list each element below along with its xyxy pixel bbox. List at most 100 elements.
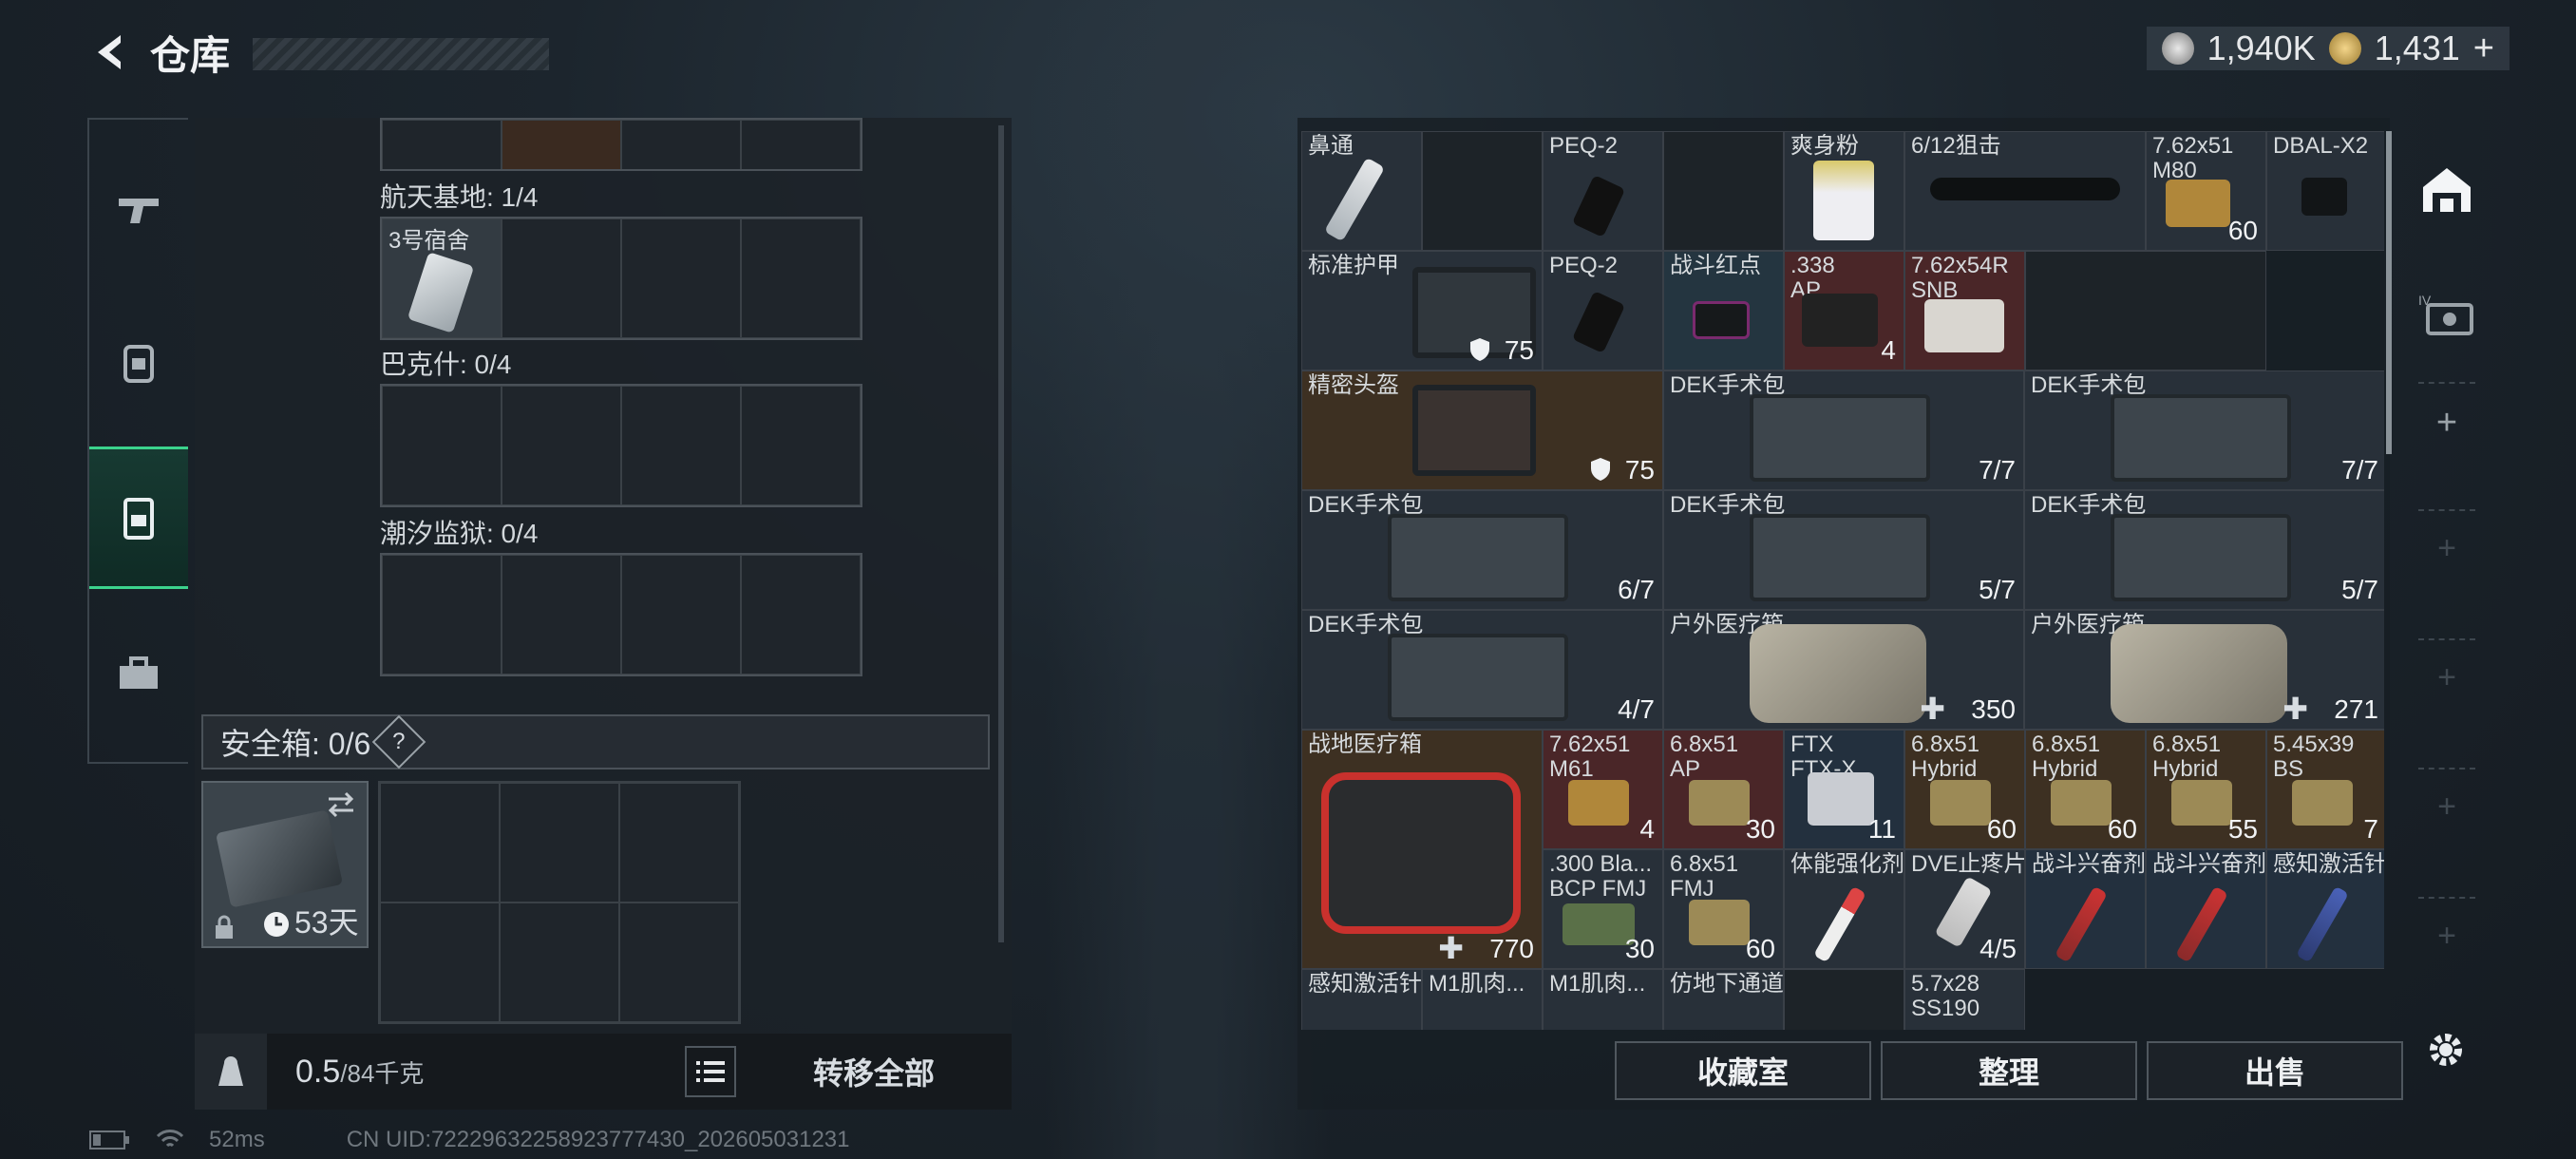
grid-aerospace: 3号宿舍: [380, 217, 862, 340]
inventory-item[interactable]: .338 AP 4: [1784, 251, 1904, 370]
inventory-item[interactable]: 爽身粉: [1784, 131, 1904, 251]
inventory-item[interactable]: 体能强化剂: [1784, 849, 1904, 969]
inventory-item[interactable]: 感知激活针: [1301, 969, 1422, 1030]
grid-cell[interactable]: [502, 386, 621, 505]
nav-weapons[interactable]: [89, 139, 188, 281]
grid-cell[interactable]: [621, 555, 741, 674]
tab-container-iv[interactable]: IV: [2415, 285, 2479, 346]
hp-pool: 271: [2334, 694, 2378, 724]
inventory-item[interactable]: 户外医疗箱 350 ✚: [1663, 610, 2024, 730]
grid-cell[interactable]: [619, 783, 739, 902]
inventory-item[interactable]: 战斗兴奋剂: [2025, 849, 2146, 969]
inventory-item[interactable]: 7.62x54R SNB: [1904, 251, 2025, 370]
ammo-box-icon: [1808, 772, 1874, 826]
inventory-item[interactable]: 6.8x51 Hybrid 55: [2146, 730, 2266, 849]
grid-cell[interactable]: [382, 555, 502, 674]
nav-storage[interactable]: [89, 446, 188, 589]
clock-icon: [264, 912, 289, 937]
tab-warehouse[interactable]: [2415, 152, 2479, 228]
inventory-item[interactable]: 感知激活针: [2266, 849, 2384, 969]
inventory-item[interactable]: M1肌肉...: [1422, 969, 1543, 1030]
empty-slot[interactable]: [1422, 131, 1543, 251]
storage-item-dorm-key[interactable]: 3号宿舍: [382, 218, 502, 338]
inventory-item[interactable]: DEK手术包 5/7: [1663, 490, 2024, 610]
collection-room-button[interactable]: 收藏室: [1615, 1041, 1871, 1100]
item-name: M1肌肉...: [1429, 972, 1525, 997]
inventory-item[interactable]: DVE止疼片 4/5: [1904, 849, 2025, 969]
grid-cell[interactable]: [741, 120, 861, 169]
inventory-item[interactable]: .300 Bla... BCP FMJ 30: [1543, 849, 1663, 969]
grid-cell[interactable]: [619, 902, 739, 1022]
inventory-item[interactable]: 6.8x51 AP 30: [1663, 730, 1784, 849]
ammo-box-icon: [1689, 900, 1750, 945]
inventory-item[interactable]: 战地医疗箱 770 ✚: [1301, 730, 1543, 969]
inventory-item[interactable]: DBAL-X2: [2266, 131, 2384, 251]
section-label-aerospace: 航天基地: 1/4: [380, 182, 539, 212]
grid-cell[interactable]: [502, 120, 621, 169]
grid-cell[interactable]: [382, 386, 502, 505]
add-container-button[interactable]: +: [2420, 403, 2473, 456]
empty-slot[interactable]: [1663, 131, 1784, 251]
uses: 7/7: [1979, 455, 2016, 484]
grid-cell[interactable]: [621, 120, 741, 169]
nav-toolbox[interactable]: [89, 602, 188, 745]
grid-cell[interactable]: [621, 386, 741, 505]
grid-cell[interactable]: [380, 783, 500, 902]
settings-button[interactable]: [2416, 1020, 2475, 1079]
inventory-item[interactable]: FTX FTX-X 11: [1784, 730, 1904, 849]
inventory-item[interactable]: 6.8x51 Hybrid 60: [2025, 730, 2146, 849]
inventory-item[interactable]: 鼻通: [1301, 131, 1422, 251]
inventory-item[interactable]: 7.62x51 M61 4: [1543, 730, 1663, 849]
list-view-button[interactable]: [685, 1046, 736, 1097]
inventory-item[interactable]: PEQ-2: [1543, 251, 1663, 370]
inventory-item[interactable]: 5.45x39 BS 7: [2266, 730, 2384, 849]
safebox-case[interactable]: 53天: [201, 781, 369, 948]
grid-cell[interactable]: [741, 386, 861, 505]
inventory-item[interactable]: DEK手术包 4/7: [1301, 610, 1663, 730]
grid-cell[interactable]: [382, 120, 502, 169]
sort-button[interactable]: 整理: [1881, 1041, 2137, 1100]
container-tabs: IV + + + + +: [2403, 118, 2489, 1110]
add-currency-button[interactable]: +: [2473, 28, 2494, 69]
inventory-item[interactable]: 战斗红点: [1663, 251, 1784, 370]
inventory-item[interactable]: 战斗兴奋剂: [2146, 849, 2266, 969]
durability: 75: [1504, 335, 1534, 365]
empty-slot[interactable]: [1784, 969, 1904, 1030]
grid-cell[interactable]: [502, 218, 621, 338]
grid-cell[interactable]: [621, 218, 741, 338]
inventory-scrollbar[interactable]: [2386, 131, 2392, 454]
grid-cell[interactable]: [500, 902, 619, 1022]
inventory-item[interactable]: 5.7x28 SS190: [1904, 969, 2025, 1030]
battery-icon: [89, 1130, 129, 1150]
grid-cell[interactable]: [502, 555, 621, 674]
empty-slot[interactable]: [2025, 251, 2266, 370]
grid-cell[interactable]: [741, 555, 861, 674]
currency-bar: 1,940K 1,431 +: [2146, 27, 2510, 70]
inventory-item[interactable]: 精密头盔 75: [1301, 370, 1663, 490]
inventory-item[interactable]: DEK手术包 6/7: [1301, 490, 1663, 610]
inventory-item[interactable]: 6.8x51 Hybrid 60: [1904, 730, 2025, 849]
transfer-all-button[interactable]: 转移全部: [746, 1040, 1002, 1103]
grid-cell[interactable]: [741, 218, 861, 338]
inventory-item[interactable]: PEQ-2: [1543, 131, 1663, 251]
uses: 6/7: [1618, 575, 1655, 604]
inventory-item[interactable]: 6/12狙击: [1904, 131, 2146, 251]
grid-cell[interactable]: [380, 902, 500, 1022]
sell-button[interactable]: 出售: [2147, 1041, 2403, 1100]
nav-gear[interactable]: [89, 291, 188, 433]
back-button[interactable]: [85, 27, 137, 78]
inventory-item[interactable]: 标准护甲 75: [1301, 251, 1543, 370]
inventory-item[interactable]: DEK手术包 7/7: [1663, 370, 2024, 490]
inventory-item[interactable]: DEK手术包 7/7: [2024, 370, 2384, 490]
inventory-item[interactable]: 6.8x51 FMJ 60: [1663, 849, 1784, 969]
grid-cell[interactable]: [500, 783, 619, 902]
help-button[interactable]: ?: [371, 714, 426, 770]
inventory-item[interactable]: 7.62x51 M80 60: [2146, 131, 2266, 251]
inventory-item[interactable]: 仿地下通道: [1663, 969, 1784, 1030]
left-scrollbar[interactable]: [998, 125, 1004, 942]
weight-indicator: [195, 1034, 267, 1110]
inventory-item[interactable]: 户外医疗箱 271 ✚: [2024, 610, 2384, 730]
inventory-item[interactable]: M1肌肉...: [1543, 969, 1663, 1030]
inventory-item[interactable]: DEK手术包 5/7: [2024, 490, 2384, 610]
injector-icon: [2055, 885, 2108, 963]
